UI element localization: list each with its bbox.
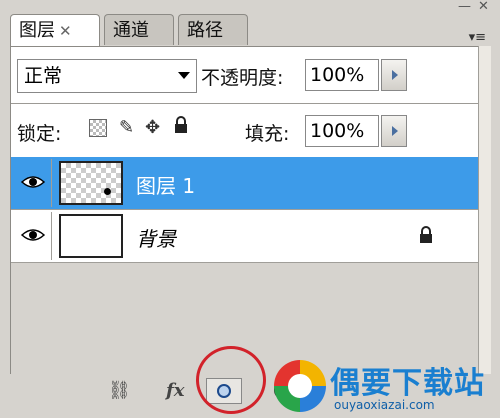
eye-icon [21,229,45,241]
panel-title-bar: — ✕ [0,0,500,14]
layer-lock-icon [419,226,433,248]
opacity-label: 不透明度: [201,67,284,89]
brush-dot-icon [104,188,111,195]
lock-all-icon[interactable] [173,115,189,140]
layer-name[interactable]: 背景 [136,223,176,252]
blend-mode-value: 正常 [24,65,63,87]
panel-tabs: 图层 ✕ 通道 路径 [10,14,490,47]
opacity-input[interactable]: 100% [305,59,379,91]
dropdown-arrow-icon [178,72,190,79]
watermark-logo-icon [274,360,326,412]
lock-position-icon[interactable]: ✥ [145,117,160,138]
link-layers-icon[interactable]: ⛓ [108,380,131,401]
layer-thumbnail[interactable] [59,161,123,205]
minimize-button[interactable]: — [458,0,471,14]
visibility-toggle[interactable] [15,212,52,260]
tab-close-icon[interactable]: ✕ [59,22,72,40]
layer-style-fx-icon[interactable]: fx [166,380,184,401]
eye-icon [21,176,45,188]
watermark-url: ouyaoxiazai.com [334,398,435,412]
layer-row-selected[interactable]: 图层 1 [11,157,489,210]
tab-layers[interactable]: 图层 ✕ [10,14,100,47]
panel-menu-icon[interactable]: ▾≡ [469,30,486,45]
lock-label: 锁定: [17,123,62,145]
fill-input[interactable]: 100% [305,115,379,147]
tab-paths[interactable]: 路径 [178,14,248,45]
fill-label: 填充: [245,123,290,145]
layers-panel: — ✕ 图层 ✕ 通道 路径 ▾≡ 正常 不透明度: 100% 锁定: ✎ ✥ 填… [0,0,500,418]
tab-layers-label: 图层 [19,20,55,41]
visibility-toggle[interactable] [15,159,52,207]
blend-mode-select[interactable]: 正常 [17,59,197,93]
lock-transparent-pixels-icon[interactable] [89,119,107,137]
tab-channels[interactable]: 通道 [104,14,174,45]
divider [11,103,489,104]
scrollbar[interactable] [478,46,491,406]
watermark: 偶要下载站 ouyaoxiazai.com [270,356,500,418]
watermark-title: 偶要下载站 [330,366,485,401]
layer-name[interactable]: 图层 1 [136,170,195,199]
layer-thumbnail[interactable] [59,214,123,258]
fill-slider-button[interactable] [381,115,407,147]
lock-image-pixels-icon[interactable]: ✎ [119,117,134,138]
opacity-slider-button[interactable] [381,59,407,91]
layer-row[interactable]: 背景 [11,210,489,263]
close-button[interactable]: ✕ [478,0,489,14]
highlight-circle [196,346,266,414]
